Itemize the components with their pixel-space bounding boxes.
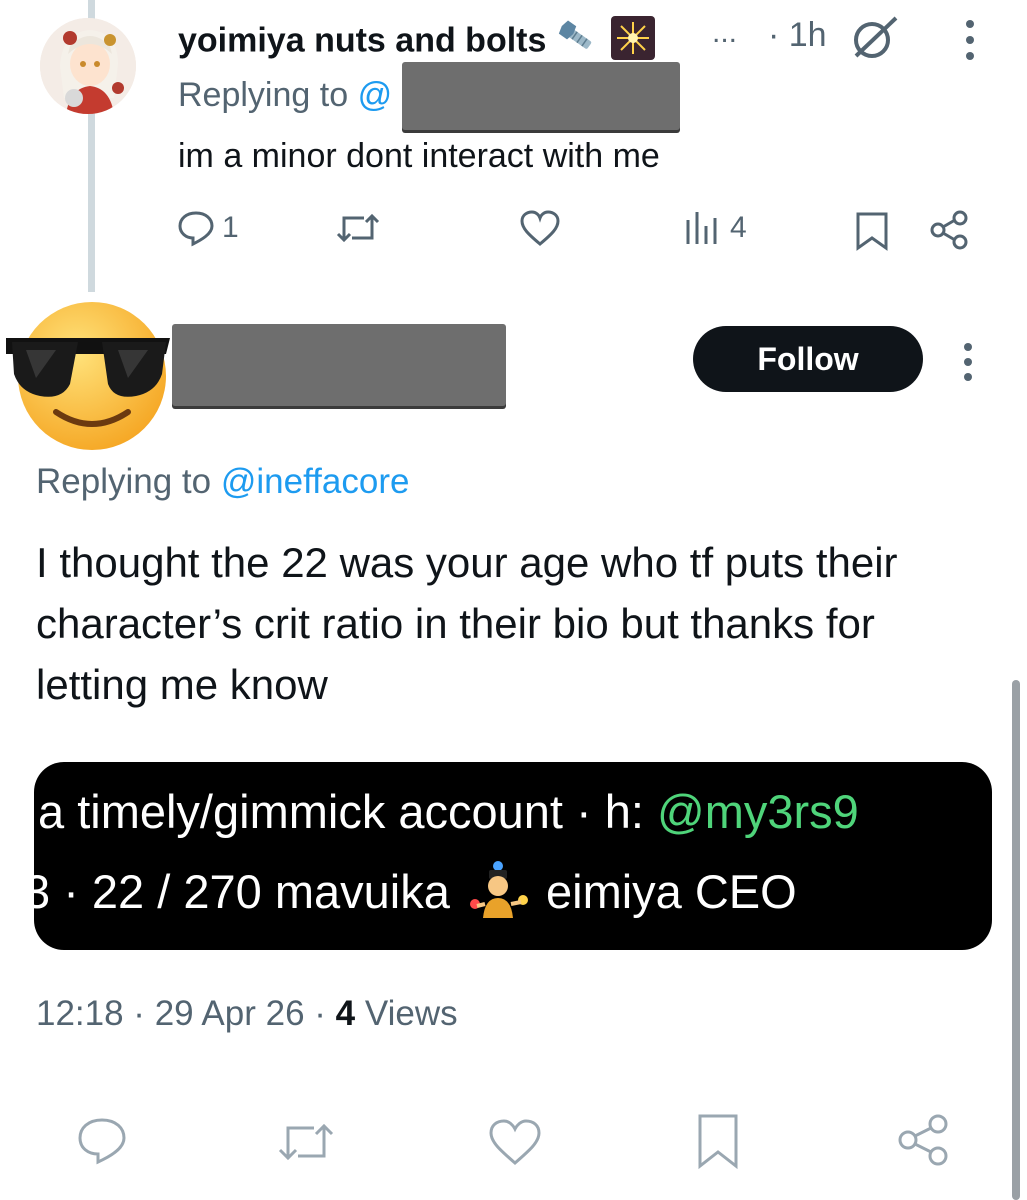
bio-line-2-text-end: eimiya CEO: [545, 864, 797, 918]
bookmark-icon: [698, 1114, 738, 1170]
reply-handle-link[interactable]: @: [358, 76, 393, 114]
heart-icon: [520, 210, 560, 246]
more-options-icon[interactable]: [960, 16, 980, 69]
share-icon: [898, 1114, 948, 1166]
replying-to: Replying to @ineffacore: [36, 462, 409, 502]
reply-handle-link[interactable]: @ineffacore: [221, 462, 410, 501]
grok-icon[interactable]: [846, 14, 902, 67]
juggler-emoji-icon: [463, 860, 533, 931]
views-count: 4: [730, 211, 747, 244]
redaction-box: [172, 324, 506, 406]
bookmark-button[interactable]: [694, 1112, 742, 1175]
bio-line-2-text: 3 · 22 / 270 mavuika: [34, 864, 450, 918]
bio-line-1: a timely/gimmick account · h: @my3rs9: [38, 784, 859, 839]
bio-line-2: 3 · 22 / 270 mavuika eimiya CEO: [34, 860, 797, 931]
bookmark-button[interactable]: [854, 210, 890, 252]
avatar[interactable]: [40, 18, 136, 114]
tweet-time[interactable]: · 1h: [768, 16, 827, 55]
retweet-icon: [336, 213, 380, 243]
avatar[interactable]: [6, 296, 170, 454]
replying-to: Replying to @: [178, 76, 392, 115]
share-button[interactable]: [896, 1112, 952, 1173]
avatar-illustration: [40, 18, 136, 114]
timestamp-text: 12:18 · 29 Apr 26 ·: [36, 994, 326, 1033]
name-truncation: ...: [712, 16, 738, 49]
replying-to-label: Replying to: [36, 462, 212, 501]
sunglasses-emoji-icon: [6, 302, 170, 450]
scrollbar[interactable]: [1012, 680, 1020, 1200]
retweet-button[interactable]: [274, 1116, 338, 1173]
reply-button[interactable]: [74, 1114, 130, 1173]
retweet-icon: [278, 1123, 334, 1161]
display-name-text: yoimiya nuts and bolts: [178, 21, 547, 60]
follow-button[interactable]: Follow: [693, 326, 923, 392]
bookmark-icon: [856, 212, 888, 251]
like-button[interactable]: [518, 208, 562, 248]
views-count: 4: [335, 994, 356, 1033]
reply-icon: [78, 1118, 126, 1165]
redaction-box: [402, 62, 680, 130]
reply-button[interactable]: 1: [176, 208, 239, 248]
nut-and-bolt-icon: [556, 18, 602, 67]
reply-icon: [178, 211, 214, 247]
tweet-timestamp: 12:18 · 29 Apr 26 · 4 Views: [36, 994, 458, 1034]
heart-icon: [489, 1119, 541, 1165]
bio-line-1-text: a timely/gimmick account · h:: [38, 785, 644, 838]
retweet-button[interactable]: [334, 208, 382, 248]
bio-screenshot-card[interactable]: a timely/gimmick account · h: @my3rs9 3 …: [34, 762, 992, 950]
tweet-text: im a minor dont interact with me: [178, 137, 660, 175]
more-options-icon[interactable]: [958, 340, 978, 389]
share-button[interactable]: [928, 208, 972, 252]
tweet-body: I thought the 22 was your age who tf put…: [36, 539, 898, 708]
reply-count: 1: [222, 211, 239, 244]
bio-mention: @my3rs9: [657, 785, 859, 838]
replying-to-label: Replying to: [178, 76, 349, 114]
share-icon: [930, 210, 968, 250]
views-label: Views: [364, 994, 458, 1033]
like-button[interactable]: [486, 1116, 544, 1173]
views-button[interactable]: 4: [684, 208, 747, 248]
analytics-icon: [686, 212, 717, 244]
